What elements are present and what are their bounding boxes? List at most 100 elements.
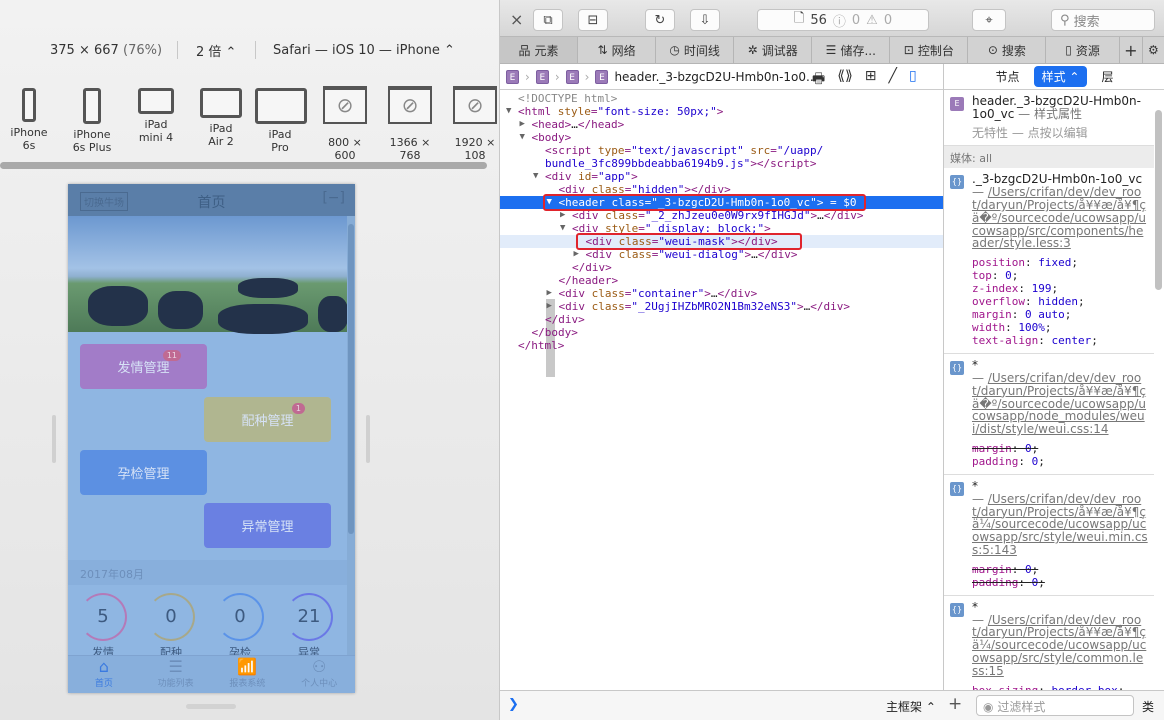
dom-node[interactable]: bundle_3fc899bbdeabba6194b9.js"></script… (500, 157, 943, 170)
pixel-ratio-select[interactable]: 2 倍 ⌃ (196, 41, 236, 60)
console-prompt[interactable]: ❯ (508, 697, 519, 712)
css-declaration[interactable]: top: 0; (972, 269, 1148, 282)
dom-node[interactable]: </html> (500, 339, 943, 352)
dom-node[interactable]: </div> (500, 261, 943, 274)
breadcrumb-current[interactable]: header._3-bzgcD2U-Hmb0n-1o0... (614, 70, 817, 84)
device-scrollbar[interactable] (0, 162, 487, 169)
disclosure-closed-icon[interactable]: ▶ (520, 118, 525, 131)
element-style-rule[interactable]: E header._3-bzgcD2U-Hmb0n-1o0_vc — 样式属性 … (944, 90, 1154, 147)
style-tab[interactable]: 层 (1101, 68, 1113, 85)
shadow-dom-icon[interactable]: ⟪⟫ (837, 68, 853, 92)
add-tab-icon[interactable]: + (1120, 37, 1143, 63)
menu-button[interactable]: 异常管理 (204, 503, 331, 548)
rule-source-link[interactable]: /Users/crifan/dev/dev_root/daryun/Projec… (972, 613, 1146, 678)
css-rule[interactable]: {} * — /Users/crifan/dev/dev_root/daryun/P… (944, 475, 1154, 596)
css-declaration[interactable]: padding: 0; (972, 455, 1148, 468)
device-preset[interactable]: ⊘ 800 × 600 (320, 86, 370, 162)
app-scrollbar-thumb[interactable] (348, 224, 354, 534)
dom-node[interactable]: ▼ <div id="app"> (500, 170, 943, 183)
inspector-tab[interactable]: ✲ 调试器 (734, 37, 813, 63)
device-preset[interactable]: ⊘ 1920 × 108 (450, 86, 500, 162)
rule-source-link[interactable]: /Users/crifan/dev/dev_root/daryun/Projec… (972, 185, 1146, 250)
rule-source-link[interactable]: /Users/crifan/dev/dev_root/daryun/Projec… (972, 492, 1148, 557)
css-declaration[interactable]: position: fixed; (972, 256, 1148, 269)
element-icon[interactable]: E (565, 69, 579, 84)
device-preset[interactable]: iPhone 6s Plus (67, 88, 117, 154)
crosshair-icon[interactable]: ⌖ (972, 9, 1006, 31)
css-declaration[interactable]: padding: 0; (972, 576, 1148, 589)
dom-node[interactable]: ▶ <div class="container">…</div> (500, 287, 943, 300)
style-tab[interactable]: 样式 ⌃ (1033, 66, 1088, 87)
inspector-tab[interactable]: ⊡ 控制台 (890, 37, 969, 63)
resize-handle-left[interactable] (52, 415, 56, 463)
layout-grid-icon[interactable]: ⊞ (865, 68, 877, 92)
device-preset[interactable]: iPhone 6s (4, 88, 54, 152)
dom-node[interactable]: </div> (500, 313, 943, 326)
dom-node[interactable]: ▶ <div class="_2UgjIHZbMRO2N1Bm32eNS3">…<… (500, 300, 943, 313)
dom-node[interactable]: <!DOCTYPE html> (500, 92, 943, 105)
element-icon[interactable]: E (506, 69, 519, 84)
device-preset[interactable]: ⊘ 1366 × 768 (385, 86, 435, 162)
dom-node[interactable]: <script type="text/javascript" src="/uap… (500, 144, 943, 157)
resize-handle-right[interactable] (366, 415, 370, 463)
dom-node[interactable]: ▼ <body> (500, 131, 943, 144)
css-declaration[interactable]: margin: 0; (972, 442, 1148, 455)
tab-item[interactable]: ⌂ 首页 (68, 656, 140, 693)
tab-item[interactable]: ☰ 功能列表 (140, 656, 212, 693)
logout-icon[interactable]: [−] (322, 190, 345, 206)
close-icon[interactable]: × (510, 10, 523, 29)
disclosure-open-icon[interactable]: ▼ (533, 170, 538, 183)
paint-brush-icon[interactable]: ╱ (889, 68, 897, 92)
menu-button[interactable]: 配种管理 1 (204, 397, 331, 442)
css-rule[interactable]: {} * — /Users/crifan/dev/dev_root/daryun/P… (944, 354, 1154, 475)
disclosure-open-icon[interactable]: ▼ (520, 131, 525, 144)
inspector-tab[interactable]: ◷ 时间线 (656, 37, 735, 63)
css-rule[interactable]: {} * — /Users/crifan/dev/dev_root/daryun/P… (944, 596, 1154, 690)
inspector-tab[interactable]: 品元素 (500, 37, 579, 63)
add-rule-icon[interactable]: + (948, 694, 962, 714)
device-preset[interactable]: iPad Pro (255, 88, 307, 154)
reload-icon[interactable]: ↻ (645, 9, 675, 31)
undock-button[interactable]: ⧉ (533, 9, 563, 31)
inspector-tab[interactable]: ▯ 资源 (1046, 37, 1120, 63)
css-declaration[interactable]: width: 100%; (972, 321, 1148, 334)
rule-source-link[interactable]: /Users/crifan/dev/dev_root/daryun/Projec… (972, 371, 1146, 436)
tab-item[interactable]: 📶 报表系统 (212, 656, 284, 693)
dock-bottom-button[interactable]: ⊟ (578, 9, 608, 31)
dom-node[interactable]: </body> (500, 326, 943, 339)
element-icon[interactable]: E (535, 69, 549, 84)
device-preset[interactable]: iPad Air 2 (196, 88, 246, 148)
print-icon[interactable]: 🖶 (812, 68, 825, 92)
filter-styles-input[interactable]: ◉ 过滤样式 (976, 695, 1134, 716)
css-declaration[interactable]: margin: 0; (972, 563, 1148, 576)
css-declaration[interactable]: text-align: center; (972, 334, 1148, 347)
dom-node[interactable]: ▶ <head>…</head> (500, 118, 943, 131)
css-declaration[interactable]: overflow: hidden; (972, 295, 1148, 308)
disclosure-open-icon[interactable]: ▼ (506, 105, 511, 118)
user-agent-select[interactable]: Safari — iOS 10 — iPhone ⌃ (273, 43, 455, 58)
css-declaration[interactable]: margin: 0 auto; (972, 308, 1148, 321)
style-tab[interactable]: 节点 (996, 68, 1020, 85)
classes-button[interactable]: 类 (1142, 698, 1154, 715)
dom-node[interactable]: </header> (500, 274, 943, 287)
download-icon[interactable]: ⇩ (690, 9, 720, 31)
menu-button[interactable]: 发情管理 11 (80, 344, 207, 389)
search-input[interactable]: ⚲ 搜索 (1051, 9, 1155, 31)
frame-select[interactable]: 主框架 ⌃ (886, 698, 936, 715)
menu-button[interactable]: 孕检管理 (80, 450, 207, 495)
inspector-tab[interactable]: ⇅ 网络 (578, 37, 657, 63)
styles-scrollbar-thumb[interactable] (1155, 110, 1162, 290)
css-declaration[interactable]: z-index: 199; (972, 282, 1148, 295)
device-preset[interactable]: iPad mini 4 (131, 88, 181, 144)
tab-item[interactable]: ⚇ 个人中心 (283, 656, 355, 693)
sidebar-toggle-icon[interactable]: ▯ (909, 68, 917, 92)
disclosure-open-icon[interactable]: ▼ (560, 222, 565, 235)
disclosure-closed-icon[interactable]: ▶ (547, 300, 552, 313)
dom-node[interactable]: ▼ <html style="font-size: 50px;"> (500, 105, 943, 118)
activity-viewer[interactable]: 🗋 56 ⓘ 0 ⚠ 0 (757, 9, 929, 31)
css-rule[interactable]: {} ._3-bzgcD2U-Hmb0n-1o0_vc — /Users/crifa… (944, 168, 1154, 355)
disclosure-closed-icon[interactable]: ▶ (547, 287, 552, 300)
inspector-tab[interactable]: ⊙ 搜索 (968, 37, 1047, 63)
gear-icon[interactable]: ⚙ (1143, 37, 1164, 63)
inspector-tab[interactable]: ☰ 储存... (812, 37, 891, 63)
